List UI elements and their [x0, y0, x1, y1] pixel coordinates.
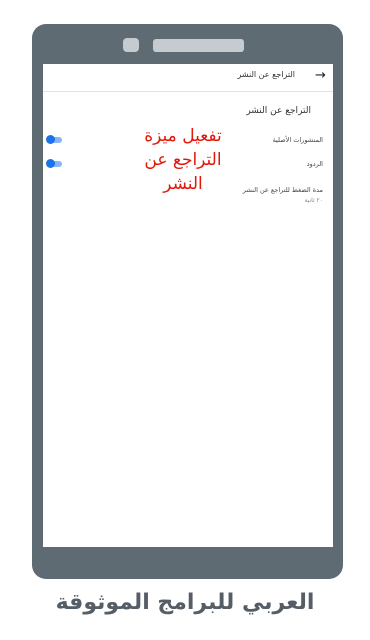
- camera: [123, 38, 139, 52]
- original-posts-toggle[interactable]: [46, 135, 62, 144]
- replies-toggle[interactable]: [46, 159, 62, 168]
- section-title: التراجع عن النشر: [246, 106, 311, 116]
- overlay-line-3: النشر: [163, 174, 203, 194]
- undo-duration-label[interactable]: مدة الضغط للتراجع عن النشر: [243, 186, 323, 194]
- arrow-forward-icon[interactable]: →: [315, 69, 326, 83]
- toggle-knob: [46, 159, 55, 168]
- overlay-annotation: تفعيل ميزة التراجع عن النشر: [128, 124, 238, 196]
- toggle-knob: [46, 135, 55, 144]
- overlay-line-1: تفعيل ميزة: [144, 126, 222, 146]
- original-posts-label: المنشورات الأصلية: [272, 136, 323, 144]
- top-bar: → التراجع عن النشر: [43, 64, 333, 92]
- footer-caption: العربي للبرامج الموثوقة: [55, 590, 315, 615]
- top-bar-title: التراجع عن النشر: [237, 70, 296, 79]
- overlay-line-2: التراجع عن: [144, 150, 222, 170]
- speaker: [153, 39, 244, 52]
- replies-label: الردود: [306, 160, 323, 168]
- phone-frame: → التراجع عن النشر التراجع عن النشر المن…: [32, 24, 343, 579]
- undo-duration-value: ٢٠ ثانية: [304, 197, 323, 204]
